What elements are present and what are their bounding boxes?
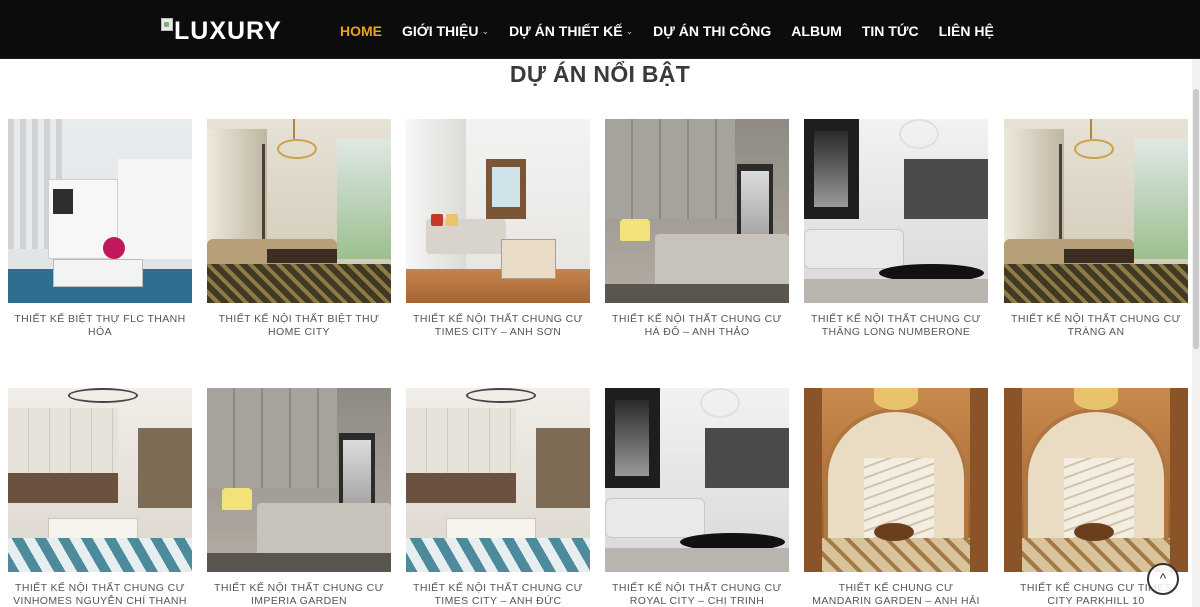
broken-image-icon: [161, 18, 173, 31]
project-image[interactable]: [804, 388, 988, 572]
project-caption[interactable]: THIẾT KẾ NỘI THẤT CHUNG CƯ IMPERIA GARDE…: [207, 582, 391, 607]
nav-item-6[interactable]: LIÊN HỆ: [939, 22, 994, 40]
nav-item-1[interactable]: GIỚI THIỆU ⌄: [402, 22, 489, 40]
project-caption[interactable]: THIẾT KẾ NỘI THẤT CHUNG CƯ TRÀNG AN: [1004, 313, 1188, 339]
main-menu: HOME GIỚI THIỆU ⌄ DỰ ÁN THIẾT KẾ ⌄ DỰ ÁN THI …: [340, 22, 1014, 40]
project-card[interactable]: THIẾT KẾ NỘI THẤT CHUNG CƯ THĂNG LONG NU…: [804, 119, 988, 339]
nav-item-0[interactable]: HOME: [340, 22, 382, 40]
scrollbar-thumb[interactable]: [1193, 89, 1199, 349]
project-card[interactable]: THIẾT KẾ NỘI THẤT CHUNG CƯ IMPERIA GARDE…: [207, 388, 391, 607]
project-caption[interactable]: THIẾT KẾ NỘI THẤT CHUNG CƯ TIMES CITY – …: [406, 313, 590, 339]
project-card[interactable]: THIẾT KẾ NỘI THẤT CHUNG CƯ TIMES CITY – …: [406, 119, 590, 339]
nav-item-4[interactable]: ALBUM: [791, 22, 842, 40]
project-caption[interactable]: THIẾT KẾ NỘI THẤT CHUNG CƯ TIMES CITY – …: [406, 582, 590, 607]
project-image[interactable]: [605, 388, 789, 572]
project-card[interactable]: THIẾT KẾ CHUNG CƯ MANDARIN GARDEN – ANH …: [804, 388, 988, 607]
project-image[interactable]: [406, 119, 590, 303]
project-caption[interactable]: THIẾT KẾ NỘI THẤT CHUNG CƯ HÀ ĐÔ – ANH T…: [605, 313, 789, 339]
scroll-to-top-button[interactable]: ^: [1147, 563, 1179, 595]
project-card[interactable]: THIẾT KẾ NỘI THẤT BIỆT THỰ HOME CITY: [207, 119, 391, 339]
project-image[interactable]: [406, 388, 590, 572]
project-caption[interactable]: THIẾT KẾ BIỆT THỰ FLC THANH HÓA: [8, 313, 192, 339]
project-caption[interactable]: THIẾT KẾ NỘI THẤT CHUNG CƯ VINHOMES NGUY…: [8, 582, 192, 607]
nav-item-label: TIN TỨC: [861, 23, 919, 39]
project-image[interactable]: [804, 119, 988, 303]
logo-text: LUXURY: [174, 17, 282, 45]
nav-item-label: DỰ ÁN THI CÔNG: [653, 23, 772, 39]
project-caption[interactable]: THIẾT KẾ NỘI THẤT BIỆT THỰ HOME CITY: [207, 313, 391, 339]
nav-item-label: LIÊN HỆ: [938, 23, 994, 39]
project-image[interactable]: [605, 119, 789, 303]
project-card[interactable]: THIẾT KẾ NỘI THẤT CHUNG CƯ TRÀNG AN: [1004, 119, 1188, 339]
arrow-up-icon: ^: [1159, 570, 1167, 586]
nav-item-3[interactable]: DỰ ÁN THI CÔNG: [653, 22, 771, 40]
project-card[interactable]: THIẾT KẾ NỘI THẤT CHUNG CƯ TIMES CITY – …: [406, 388, 590, 607]
chevron-down-icon: ⌄: [481, 25, 490, 36]
site-logo[interactable]: LUXURY: [161, 14, 282, 48]
project-image[interactable]: [1004, 119, 1188, 303]
project-image[interactable]: [207, 388, 391, 572]
project-image[interactable]: [207, 119, 391, 303]
project-image[interactable]: [8, 119, 192, 303]
project-caption[interactable]: THIẾT KẾ NỘI THẤT CHUNG CƯ THĂNG LONG NU…: [804, 313, 988, 339]
nav-item-label: ALBUM: [791, 23, 842, 39]
project-card[interactable]: THIẾT KẾ NỘI THẤT CHUNG CƯ VINHOMES NGUY…: [8, 388, 192, 607]
project-caption[interactable]: THIẾT KẾ NỘI THẤT CHUNG CƯ ROYAL CITY – …: [605, 582, 789, 607]
nav-item-label: GIỚI THIỆU: [402, 23, 479, 39]
section-title: DỰ ÁN NỔI BẬT: [509, 61, 691, 87]
page-scrollbar[interactable]: [1192, 59, 1200, 607]
project-card[interactable]: THIẾT KẾ BIỆT THỰ FLC THANH HÓA: [8, 119, 192, 339]
top-navbar: LUXURY HOME GIỚI THIỆU ⌄ DỰ ÁN THIẾT KẾ ⌄ DỰ …: [0, 0, 1200, 59]
project-card[interactable]: THIẾT KẾ NỘI THẤT CHUNG CƯ ROYAL CITY – …: [605, 388, 789, 607]
nav-item-5[interactable]: TIN TỨC: [862, 22, 919, 40]
nav-item-label: HOME: [340, 23, 382, 39]
nav-item-2[interactable]: DỰ ÁN THIẾT KẾ ⌄: [509, 22, 633, 40]
nav-item-label: DỰ ÁN THIẾT KẾ: [509, 23, 623, 39]
project-caption[interactable]: THIẾT KẾ CHUNG CƯ MANDARIN GARDEN – ANH …: [804, 582, 988, 607]
project-image[interactable]: [8, 388, 192, 572]
project-image[interactable]: [1004, 388, 1188, 572]
project-card[interactable]: THIẾT KẾ NỘI THẤT CHUNG CƯ HÀ ĐÔ – ANH T…: [605, 119, 789, 339]
chevron-down-icon: ⌄: [625, 25, 634, 36]
